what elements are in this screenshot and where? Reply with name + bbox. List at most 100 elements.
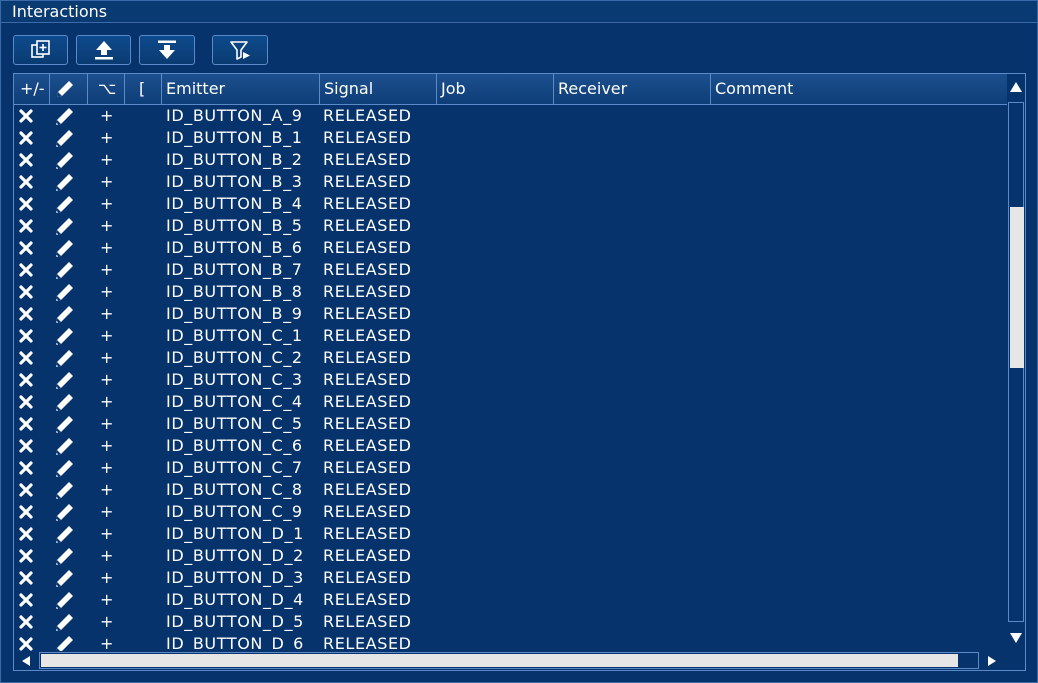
signal-cell[interactable]: RELEASED: [323, 369, 412, 391]
option-cell[interactable]: +: [100, 303, 114, 325]
pencil-icon[interactable]: [54, 194, 76, 214]
delete-icon[interactable]: [18, 284, 34, 300]
option-cell[interactable]: +: [100, 523, 114, 545]
option-cell[interactable]: +: [100, 127, 114, 149]
option-cell[interactable]: +: [100, 567, 114, 589]
delete-icon[interactable]: [18, 394, 34, 410]
table-row[interactable]: + ID_BUTTON_B_3 RELEASED: [14, 171, 1008, 193]
table-row[interactable]: + ID_BUTTON_B_6 RELEASED: [14, 237, 1008, 259]
emitter-cell[interactable]: ID_BUTTON_C_3: [166, 369, 303, 391]
table-row[interactable]: + ID_BUTTON_B_1 RELEASED: [14, 127, 1008, 149]
pencil-icon[interactable]: [54, 480, 76, 500]
table-row[interactable]: + ID_BUTTON_C_5 RELEASED: [14, 413, 1008, 435]
pencil-icon[interactable]: [54, 502, 76, 522]
table-row[interactable]: + ID_BUTTON_C_8 RELEASED: [14, 479, 1008, 501]
signal-cell[interactable]: RELEASED: [323, 303, 412, 325]
table-row[interactable]: + ID_BUTTON_C_9 RELEASED: [14, 501, 1008, 523]
table-row[interactable]: + ID_BUTTON_B_9 RELEASED: [14, 303, 1008, 325]
table-row[interactable]: + ID_BUTTON_D_3 RELEASED: [14, 567, 1008, 589]
pencil-icon[interactable]: [54, 524, 76, 544]
signal-cell[interactable]: RELEASED: [323, 149, 412, 171]
emitter-cell[interactable]: ID_BUTTON_C_7: [166, 457, 303, 479]
option-cell[interactable]: +: [100, 391, 114, 413]
delete-icon[interactable]: [18, 328, 34, 344]
table-row[interactable]: + ID_BUTTON_C_7 RELEASED: [14, 457, 1008, 479]
delete-icon[interactable]: [18, 152, 34, 168]
signal-cell[interactable]: RELEASED: [323, 523, 412, 545]
pencil-icon[interactable]: [54, 568, 76, 588]
option-cell[interactable]: +: [100, 193, 114, 215]
option-cell[interactable]: +: [100, 347, 114, 369]
emitter-cell[interactable]: ID_BUTTON_B_7: [166, 259, 303, 281]
emitter-cell[interactable]: ID_BUTTON_B_8: [166, 281, 303, 303]
horizontal-scroll-thumb[interactable]: [41, 654, 958, 667]
signal-cell[interactable]: RELEASED: [323, 171, 412, 193]
signal-cell[interactable]: RELEASED: [323, 259, 412, 281]
option-cell[interactable]: +: [100, 259, 114, 281]
column-header-receiver[interactable]: Receiver: [554, 74, 711, 104]
pencil-icon[interactable]: [54, 260, 76, 280]
emitter-cell[interactable]: ID_BUTTON_C_2: [166, 347, 303, 369]
signal-cell[interactable]: RELEASED: [323, 413, 412, 435]
table-row[interactable]: + ID_BUTTON_C_6 RELEASED: [14, 435, 1008, 457]
add-interaction-button[interactable]: [13, 35, 68, 65]
scroll-down-arrow-icon[interactable]: [1009, 632, 1023, 644]
option-cell[interactable]: +: [100, 171, 114, 193]
option-cell[interactable]: +: [100, 325, 114, 347]
signal-cell[interactable]: RELEASED: [323, 105, 412, 127]
emitter-cell[interactable]: ID_BUTTON_B_2: [166, 149, 303, 171]
signal-cell[interactable]: RELEASED: [323, 501, 412, 523]
table-row[interactable]: + ID_BUTTON_C_1 RELEASED: [14, 325, 1008, 347]
delete-icon[interactable]: [18, 196, 34, 212]
vertical-scrollbar[interactable]: [1007, 74, 1025, 652]
option-cell[interactable]: +: [100, 501, 114, 523]
table-row[interactable]: + ID_BUTTON_B_2 RELEASED: [14, 149, 1008, 171]
option-cell[interactable]: +: [100, 435, 114, 457]
signal-cell[interactable]: RELEASED: [323, 391, 412, 413]
pencil-icon[interactable]: [54, 282, 76, 302]
column-header-emitter[interactable]: Emitter: [162, 74, 320, 104]
emitter-cell[interactable]: ID_BUTTON_C_6: [166, 435, 303, 457]
delete-icon[interactable]: [18, 240, 34, 256]
emitter-cell[interactable]: ID_BUTTON_C_9: [166, 501, 303, 523]
delete-icon[interactable]: [18, 174, 34, 190]
option-cell[interactable]: +: [100, 479, 114, 501]
emitter-cell[interactable]: ID_BUTTON_D_2: [166, 545, 304, 567]
filter-button[interactable]: [212, 35, 268, 65]
emitter-cell[interactable]: ID_BUTTON_D_1: [166, 523, 304, 545]
delete-icon[interactable]: [18, 570, 34, 586]
column-header-bracket[interactable]: [: [125, 74, 162, 104]
pencil-icon[interactable]: [54, 150, 76, 170]
emitter-cell[interactable]: ID_BUTTON_C_1: [166, 325, 303, 347]
pencil-icon[interactable]: [54, 546, 76, 566]
emitter-cell[interactable]: ID_BUTTON_C_5: [166, 413, 303, 435]
option-cell[interactable]: +: [100, 413, 114, 435]
pencil-icon[interactable]: [54, 304, 76, 324]
table-row[interactable]: + ID_BUTTON_D_2 RELEASED: [14, 545, 1008, 567]
emitter-cell[interactable]: ID_BUTTON_D_5: [166, 611, 304, 633]
delete-icon[interactable]: [18, 130, 34, 146]
scroll-left-arrow-icon[interactable]: [21, 655, 31, 667]
table-row[interactable]: + ID_BUTTON_D_5 RELEASED: [14, 611, 1008, 633]
emitter-cell[interactable]: ID_BUTTON_B_6: [166, 237, 303, 259]
vertical-scroll-track[interactable]: [1008, 102, 1024, 622]
pencil-icon[interactable]: [54, 414, 76, 434]
scroll-up-arrow-icon[interactable]: [1009, 81, 1023, 93]
table-row[interactable]: + ID_BUTTON_B_5 RELEASED: [14, 215, 1008, 237]
signal-cell[interactable]: RELEASED: [323, 127, 412, 149]
column-header-edit[interactable]: [50, 74, 88, 104]
signal-cell[interactable]: RELEASED: [323, 435, 412, 457]
table-row[interactable]: + ID_BUTTON_A_9 RELEASED: [14, 105, 1008, 127]
delete-icon[interactable]: [18, 306, 34, 322]
table-row[interactable]: + ID_BUTTON_B_4 RELEASED: [14, 193, 1008, 215]
signal-cell[interactable]: RELEASED: [323, 457, 412, 479]
delete-icon[interactable]: [18, 218, 34, 234]
delete-icon[interactable]: [18, 416, 34, 432]
emitter-cell[interactable]: ID_BUTTON_D_4: [166, 589, 304, 611]
pencil-icon[interactable]: [54, 216, 76, 236]
table-row[interactable]: + ID_BUTTON_C_3 RELEASED: [14, 369, 1008, 391]
emitter-cell[interactable]: ID_BUTTON_B_9: [166, 303, 303, 325]
pencil-icon[interactable]: [54, 238, 76, 258]
signal-cell[interactable]: RELEASED: [323, 281, 412, 303]
column-header-option[interactable]: ⌥: [88, 74, 125, 104]
